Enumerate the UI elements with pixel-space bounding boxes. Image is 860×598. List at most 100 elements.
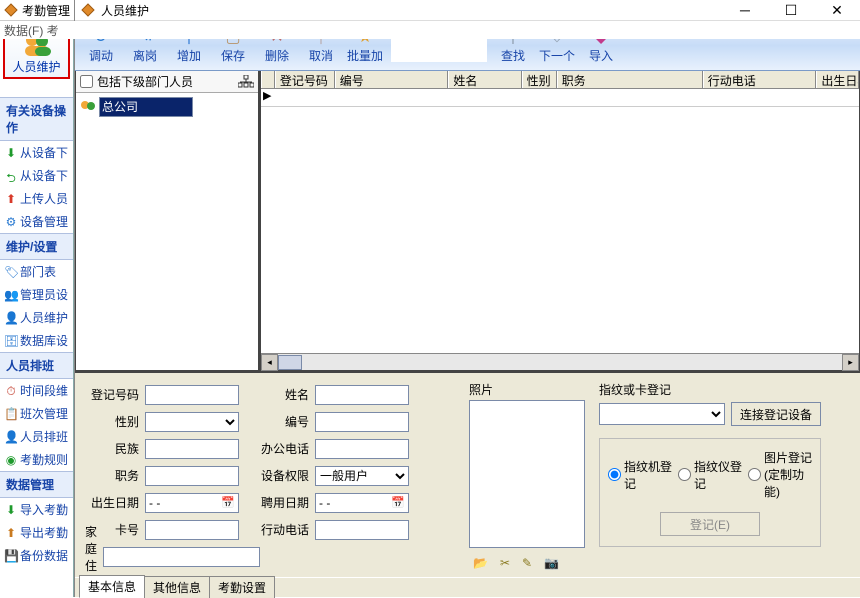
nav-item[interactable]: 🗄数据库设 (0, 329, 73, 352)
nav-item[interactable]: ⮌从设备下 (0, 164, 73, 187)
nav-section-header[interactable]: 维护/设置 (0, 233, 73, 260)
fp-radio-option[interactable]: 指纹机登记 (608, 449, 672, 500)
field-input[interactable] (145, 466, 239, 486)
radio-label: 指纹机登记 (624, 458, 672, 492)
field-input[interactable]: - -📅 (315, 493, 409, 513)
grid-header: 登记号码编号姓名性别职务行动电话出生日期 (261, 71, 859, 89)
grid-column-header[interactable]: 行动电话 (703, 71, 817, 88)
form-row: 行动电话 (255, 516, 455, 543)
grid-column-header[interactable]: 出生日期 (816, 71, 859, 88)
tree-root-node[interactable]: 总公司 (80, 97, 254, 117)
nav-item-label: 备份数据 (20, 547, 68, 564)
grid-column-header[interactable]: 性别 (522, 71, 557, 88)
photo-group: 照片 📂 ✂ ✎ 📷 (469, 381, 585, 573)
tree-header: 包括下级部门人员 (76, 71, 258, 93)
grid-column-header[interactable] (261, 71, 275, 88)
nav-item[interactable]: 👤人员维护 (0, 306, 73, 329)
nav-item[interactable]: ◉考勤规则 (0, 448, 73, 471)
inner-window: 人员维护 ─ ☐ ✕ ↺调动⇥离岗＋增加▢保存✕删除＋取消★批量加⚲查找⇩下一个… (74, 0, 860, 597)
outer-menubar[interactable]: 数据(F) 考 (0, 21, 860, 39)
register-button[interactable]: 登记(E) (660, 512, 760, 536)
field-input[interactable] (103, 547, 260, 567)
include-sub-checkbox[interactable] (80, 75, 93, 88)
radio-input[interactable] (678, 468, 691, 481)
fp-radio-option[interactable]: 图片登记(定制功能) (748, 449, 812, 500)
close-button[interactable]: ✕ (814, 0, 860, 20)
field-label: 性别 (85, 413, 145, 430)
grid-column-header[interactable]: 编号 (335, 71, 449, 88)
field-input[interactable] (315, 439, 409, 459)
detail-tab[interactable]: 考勤设置 (209, 576, 275, 598)
nav-item-label: 导出考勤 (20, 524, 68, 541)
nav-item-icon: 👤 (4, 311, 18, 325)
nav-item-icon: 💾 (4, 549, 18, 563)
nav-item[interactable]: ⚙设备管理 (0, 210, 73, 233)
field-input[interactable] (145, 385, 239, 405)
device-select[interactable] (599, 403, 725, 425)
scroll-left-button[interactable]: ◂ (261, 354, 278, 371)
nav-item[interactable]: 💾备份数据 (0, 544, 73, 567)
detail-tab[interactable]: 其他信息 (144, 576, 210, 598)
nav-item[interactable]: 🏷部门表 (0, 260, 73, 283)
nav-item-label: 部门表 (20, 263, 56, 280)
nav-item-icon: 👥 (4, 288, 18, 302)
nav-section-header[interactable]: 数据管理 (0, 471, 73, 498)
nav-item[interactable]: ⬆上传人员 (0, 187, 73, 210)
nav-item-label: 考勤规则 (20, 451, 68, 468)
toolbar-label: 取消 (309, 47, 333, 64)
nav-item-label: 人员维护 (20, 309, 68, 326)
calendar-icon[interactable]: 📅 (391, 496, 405, 509)
calendar-icon[interactable]: 📅 (221, 496, 235, 509)
field-input[interactable] (145, 412, 239, 432)
nav-item[interactable]: 👥管理员设 (0, 283, 73, 306)
nav-item[interactable]: ⬇从设备下 (0, 141, 73, 164)
minimize-button[interactable]: ─ (722, 0, 768, 20)
radio-input[interactable] (748, 468, 761, 481)
nav-item-label: 数据库设 (20, 332, 68, 349)
nav-section-header[interactable]: 人员排班 (0, 352, 73, 379)
field-input[interactable] (145, 520, 239, 540)
field-label: 出生日期 (85, 494, 145, 511)
nav-item-label: 上传人员 (20, 190, 68, 207)
radio-input[interactable] (608, 468, 621, 481)
outer-title: 考勤管理 (22, 2, 70, 19)
camera-icon[interactable]: 📷 (544, 556, 559, 570)
grid-column-header[interactable]: 职务 (557, 71, 703, 88)
scroll-thumb[interactable] (278, 355, 302, 370)
form-row: 民族 (85, 435, 255, 462)
scroll-right-button[interactable]: ▸ (842, 354, 859, 371)
field-input[interactable]: 一般用户 (315, 466, 409, 486)
open-photo-icon[interactable]: 📂 (473, 556, 488, 570)
fp-radio-option[interactable]: 指纹仪登记 (678, 449, 742, 500)
form-row: 办公电话 (255, 435, 455, 462)
field-input[interactable]: - -📅 (145, 493, 239, 513)
nav-section-header[interactable]: 有关设备操作 (0, 97, 73, 141)
left-nav: 人员维护 有关设备操作⬇从设备下⮌从设备下⬆上传人员⚙设备管理维护/设置🏷部门表… (0, 39, 74, 597)
nav-item[interactable]: ⏱时间段维 (0, 379, 73, 402)
people-icon (80, 100, 96, 114)
grid-column-header[interactable]: 姓名 (448, 71, 521, 88)
grid-column-header[interactable]: 登记号码 (275, 71, 335, 88)
detail-tab[interactable]: 基本信息 (79, 575, 145, 598)
field-input[interactable] (315, 412, 409, 432)
nav-item[interactable]: 👤人员排班 (0, 425, 73, 448)
maximize-button[interactable]: ☐ (768, 0, 814, 20)
field-input[interactable] (315, 385, 409, 405)
grid-horizontal-scrollbar[interactable]: ◂ ▸ (261, 353, 859, 370)
field-label: 登记号码 (85, 386, 145, 403)
nav-item-label: 从设备下 (20, 167, 68, 184)
delete-photo-icon[interactable]: ✂ (500, 556, 510, 570)
edit-photo-icon[interactable]: ✎ (522, 556, 532, 570)
org-chart-icon[interactable] (238, 75, 254, 89)
nav-item[interactable]: ⬆导出考勤 (0, 521, 73, 544)
nav-item[interactable]: ⬇导入考勤 (0, 498, 73, 521)
field-input[interactable] (145, 439, 239, 459)
toolbar-label: 删除 (265, 47, 289, 64)
photo-box[interactable] (469, 400, 585, 548)
connect-device-button[interactable]: 连接登记设备 (731, 402, 821, 426)
detail-tabs: 基本信息其他信息考勤设置 (75, 577, 860, 597)
grid-body[interactable] (261, 107, 859, 353)
nav-item[interactable]: 📋班次管理 (0, 402, 73, 425)
nav-item-icon: ◉ (4, 453, 18, 467)
field-input[interactable] (315, 520, 409, 540)
